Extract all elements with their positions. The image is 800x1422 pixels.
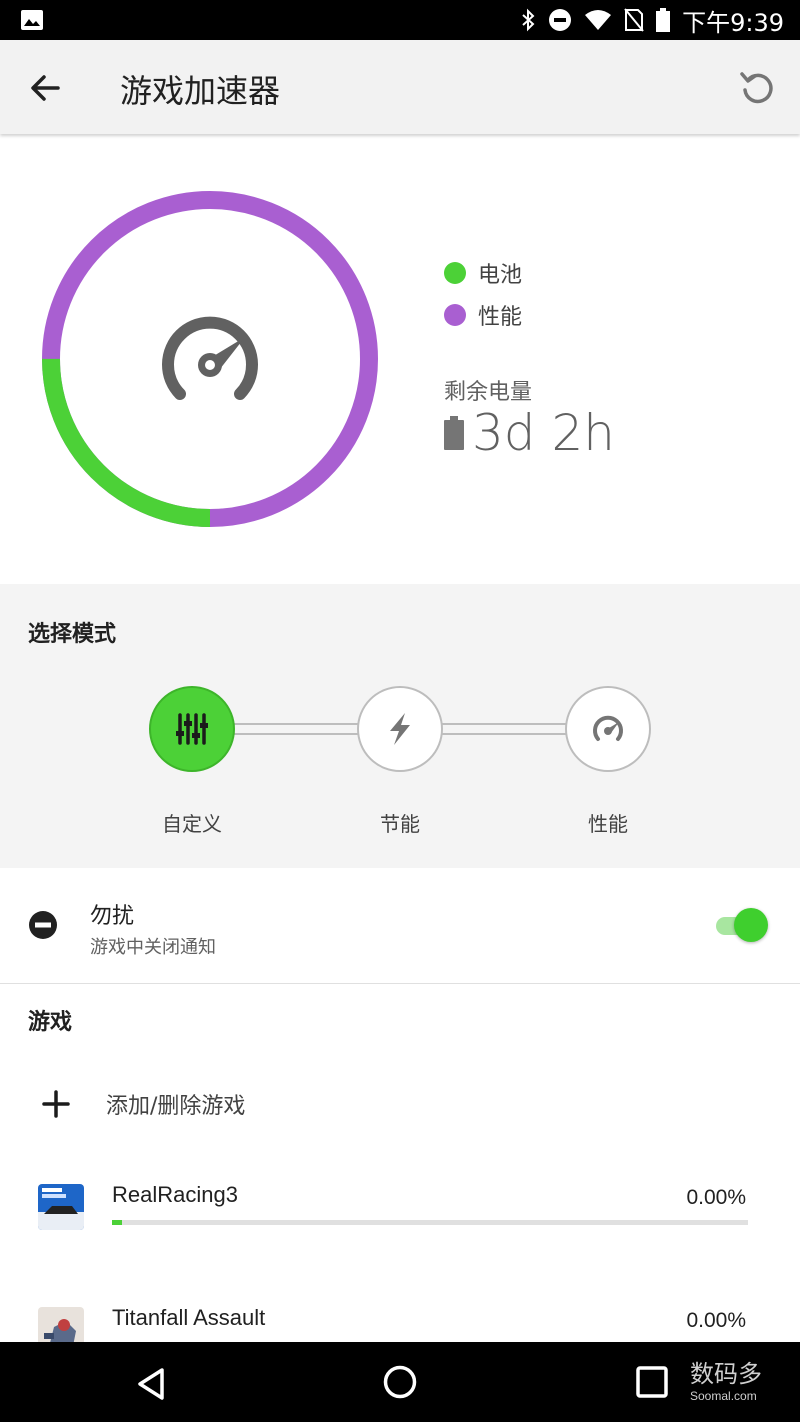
game-percent: 0.00% bbox=[686, 1309, 746, 1332]
game-name: RealRacing3 bbox=[112, 1182, 238, 1207]
plus-icon bbox=[42, 1090, 70, 1118]
back-arrow-icon[interactable] bbox=[22, 64, 70, 112]
mode-connector bbox=[442, 723, 566, 735]
mode-power-saving-button[interactable] bbox=[357, 686, 443, 772]
speedometer-icon bbox=[162, 316, 258, 400]
watermark-sub: Soomal.com bbox=[690, 1389, 757, 1403]
nav-back-icon[interactable] bbox=[132, 1364, 172, 1404]
legend-item-battery: 电池 bbox=[444, 252, 522, 294]
legend-item-performance: 性能 bbox=[444, 294, 522, 336]
bluetooth-icon bbox=[522, 8, 535, 32]
dnd-title: 勿扰 bbox=[90, 904, 135, 929]
mode-label-performance: 性能 bbox=[588, 812, 628, 836]
watermark: 数码多 Soomal.com bbox=[690, 1354, 762, 1403]
dnd-icon bbox=[549, 9, 572, 31]
dashboard: 电池 性能 剩余电量 3d 2h bbox=[0, 134, 800, 584]
game-name: Titanfall Assault bbox=[112, 1305, 266, 1330]
nav-home-icon[interactable] bbox=[382, 1364, 418, 1400]
remaining-label: 剩余电量 bbox=[444, 380, 533, 405]
add-remove-games-button[interactable]: 添加/删除游戏 bbox=[0, 1070, 800, 1136]
realracing-icon bbox=[38, 1184, 84, 1230]
game-item[interactable]: RealRacing3 0.00% bbox=[0, 1174, 800, 1274]
page-title: 游戏加速器 bbox=[120, 72, 281, 110]
battery-icon bbox=[656, 8, 671, 32]
games-title: 游戏 bbox=[28, 1010, 73, 1035]
mode-section: 选择模式 自定义 节能 性能 bbox=[0, 584, 800, 868]
dnd-icon bbox=[29, 911, 57, 939]
app-bar: 游戏加速器 bbox=[0, 40, 800, 134]
watermark-main: 数码多 bbox=[690, 1360, 762, 1388]
usage-ring bbox=[42, 191, 378, 527]
speedometer-icon bbox=[593, 715, 623, 741]
no-sim-icon bbox=[624, 8, 644, 32]
mode-label-power-saving: 节能 bbox=[380, 812, 420, 836]
game-progress-fill bbox=[112, 1220, 122, 1225]
status-time: 下午9:39 bbox=[682, 8, 784, 37]
sliders-icon bbox=[176, 713, 208, 745]
legend-dot-performance bbox=[444, 304, 466, 326]
mode-connector bbox=[234, 723, 358, 735]
mode-performance-button[interactable] bbox=[565, 686, 651, 772]
add-remove-label: 添加/删除游戏 bbox=[106, 1094, 246, 1119]
legend-label: 电池 bbox=[478, 263, 523, 288]
wifi-icon bbox=[585, 10, 612, 30]
game-percent: 0.00% bbox=[686, 1186, 746, 1209]
mode-label-custom: 自定义 bbox=[162, 812, 222, 836]
legend: 电池 性能 bbox=[444, 252, 522, 336]
remaining-value: 3d 2h bbox=[472, 404, 615, 462]
legend-dot-battery bbox=[444, 262, 466, 284]
legend-label: 性能 bbox=[478, 305, 523, 330]
gallery-icon bbox=[21, 10, 43, 30]
toggle-thumb bbox=[734, 908, 768, 942]
nav-bar: 数码多 Soomal.com bbox=[0, 1342, 800, 1422]
mode-title: 选择模式 bbox=[28, 622, 117, 647]
refresh-icon[interactable] bbox=[736, 66, 780, 110]
dnd-subtitle: 游戏中关闭通知 bbox=[90, 937, 216, 958]
dnd-row[interactable]: 勿扰 游戏中关闭通知 bbox=[0, 868, 800, 984]
dnd-toggle[interactable] bbox=[712, 908, 770, 942]
mode-custom-button[interactable] bbox=[149, 686, 235, 772]
status-bar: 下午9:39 bbox=[0, 0, 800, 40]
battery-icon bbox=[444, 416, 464, 450]
remaining-row: 3d 2h bbox=[444, 404, 615, 462]
game-progress-bar bbox=[112, 1220, 748, 1225]
nav-recents-icon[interactable] bbox=[634, 1364, 670, 1400]
lightning-icon bbox=[390, 713, 410, 745]
